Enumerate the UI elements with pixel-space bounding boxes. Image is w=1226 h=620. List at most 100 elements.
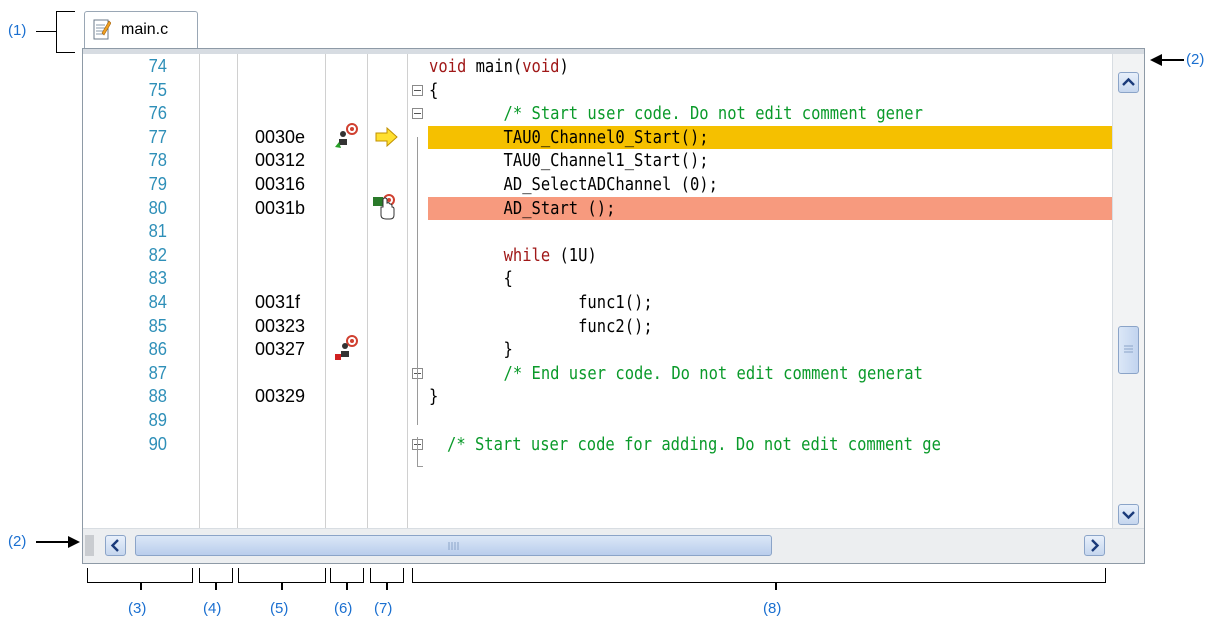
bracket-6-tick	[346, 582, 348, 590]
splitter-grip[interactable]	[85, 535, 94, 556]
horizontal-scroll-thumb[interactable]	[135, 535, 772, 556]
code-row: 89	[83, 409, 1113, 433]
bracket-3-tick	[140, 582, 142, 590]
code-text[interactable]: TAU0_Channel1_Start();	[429, 149, 709, 172]
code-row: 74 void main(void)	[83, 55, 1113, 79]
code-text[interactable]: func1();	[429, 291, 653, 314]
address: 00329	[255, 386, 306, 407]
code-text[interactable]: AD_Start ();	[429, 197, 616, 220]
bracket-7	[370, 568, 404, 583]
code-row: 90 /* Start user code for adding. Do not…	[83, 433, 1113, 457]
bracket-4	[199, 568, 233, 583]
callout-6: (6)	[334, 600, 353, 617]
callout-4: (4)	[203, 600, 222, 617]
hardware-breakpoint-disabled-icon[interactable]	[333, 334, 361, 362]
chevron-up-icon	[1122, 77, 1135, 86]
code-text[interactable]: {	[429, 267, 513, 290]
line-number: 89	[148, 409, 167, 430]
code-lines: 74 void main(void) 75 { 76 /* Start user…	[83, 55, 1114, 457]
software-breakpoint-hand-icon[interactable]	[371, 193, 399, 221]
line-number: 82	[148, 244, 167, 265]
callout-8: (8)	[763, 600, 782, 617]
scroll-right-button[interactable]	[1084, 535, 1105, 556]
line-number: 74	[148, 56, 167, 76]
code-comment[interactable]: /* Start user code. Do not edit comment …	[429, 102, 923, 125]
line-number: 88	[148, 386, 167, 407]
bracket-6	[330, 568, 364, 583]
code-row: 83 {	[83, 267, 1113, 291]
fold-toggle-icon[interactable]	[412, 108, 423, 120]
vertical-scroll-thumb[interactable]	[1118, 326, 1139, 374]
code-comment[interactable]: /* End user code. Do not edit comment ge…	[429, 362, 923, 385]
code-row: 82 while (1U)	[83, 244, 1113, 268]
code-text[interactable]: AD_SelectADChannel (0);	[429, 173, 718, 196]
scroll-up-button[interactable]	[1118, 72, 1139, 93]
fold-guide-line	[417, 137, 418, 425]
keyword: while	[503, 244, 551, 266]
grip-icon	[1124, 345, 1133, 353]
horizontal-scrollbar[interactable]	[83, 528, 1144, 563]
line-number: 80	[148, 197, 167, 218]
address: 00316	[255, 173, 306, 194]
code-row-breakpoint: 80 0031b AD_Start ();	[83, 193, 1114, 221]
address: 0030e	[255, 126, 306, 147]
bracket-3	[87, 568, 193, 583]
editor-top-border	[83, 49, 1144, 54]
line-number: 90	[148, 433, 167, 454]
callout-7: (7)	[374, 600, 393, 617]
line-number: 85	[148, 315, 167, 336]
tab-label: main.c	[121, 21, 169, 38]
chevron-left-icon	[110, 539, 119, 552]
code-text[interactable]: TAU0_Channel0_Start();	[429, 126, 709, 149]
tab-main-c[interactable]: main.c	[84, 11, 198, 49]
callout-5: (5)	[270, 600, 289, 617]
line-number: 84	[148, 291, 167, 312]
hardware-breakpoint-icon[interactable]	[333, 122, 361, 150]
address: 00327	[255, 339, 306, 360]
vertical-scrollbar[interactable]	[1112, 54, 1144, 530]
grip-icon	[448, 542, 459, 550]
code-text[interactable]: }	[429, 338, 513, 361]
bracket-8-tick	[775, 582, 777, 590]
callout-1: (1)	[8, 22, 27, 39]
scroll-left-button[interactable]	[105, 535, 126, 556]
keyword: void	[429, 56, 467, 77]
address: 00323	[255, 315, 306, 336]
callout-2-bottom-arrow	[36, 541, 70, 543]
code-text[interactable]: {	[429, 79, 438, 102]
bracket-7-tick	[386, 582, 388, 590]
code-text[interactable]: func2();	[429, 315, 653, 338]
c-source-file-icon	[93, 19, 111, 40]
callout-3: (3)	[128, 600, 147, 617]
code-text[interactable]: void main(void)	[429, 55, 569, 78]
source-editor[interactable]: 74 void main(void) 75 { 76 /* Start user…	[82, 48, 1145, 564]
bracket-8	[412, 568, 1106, 583]
chevron-right-icon	[1091, 539, 1100, 552]
line-number: 76	[148, 103, 167, 124]
code-row-current: 77 0030e TAU0_Channel0_Start();	[83, 122, 1114, 150]
code-text[interactable]: }	[429, 385, 438, 408]
callout-2-top-arrow	[1160, 59, 1184, 61]
code-text[interactable]: while (1U)	[429, 244, 597, 267]
callout-2-top: (2)	[1186, 51, 1205, 68]
line-number: 77	[148, 126, 167, 147]
arrow-head-left	[68, 536, 80, 548]
bracket-5	[238, 568, 326, 583]
code-row: 84 0031f func1();	[83, 291, 1113, 315]
scroll-down-button[interactable]	[1118, 504, 1139, 525]
code-comment[interactable]: /* Start user code for adding. Do not ed…	[447, 433, 941, 456]
line-number: 79	[148, 173, 167, 194]
code-row: 85 00323 func2();	[83, 315, 1113, 339]
code-row: 78 00312 TAU0_Channel1_Start();	[83, 149, 1113, 173]
callout-1-line	[36, 31, 56, 32]
code-row: 87 /* End user code. Do not edit comment…	[83, 362, 1113, 386]
arrow-head-right	[1150, 54, 1162, 66]
keyword: void	[522, 56, 560, 77]
fold-toggle-icon[interactable]	[412, 84, 423, 96]
code-row: 75 {	[83, 79, 1113, 103]
line-number: 83	[148, 268, 167, 289]
line-number: 86	[148, 339, 167, 360]
code-row: 76 /* Start user code. Do not edit comme…	[83, 102, 1113, 126]
fold-guide-line	[417, 437, 418, 467]
address: 0031f	[255, 291, 301, 312]
